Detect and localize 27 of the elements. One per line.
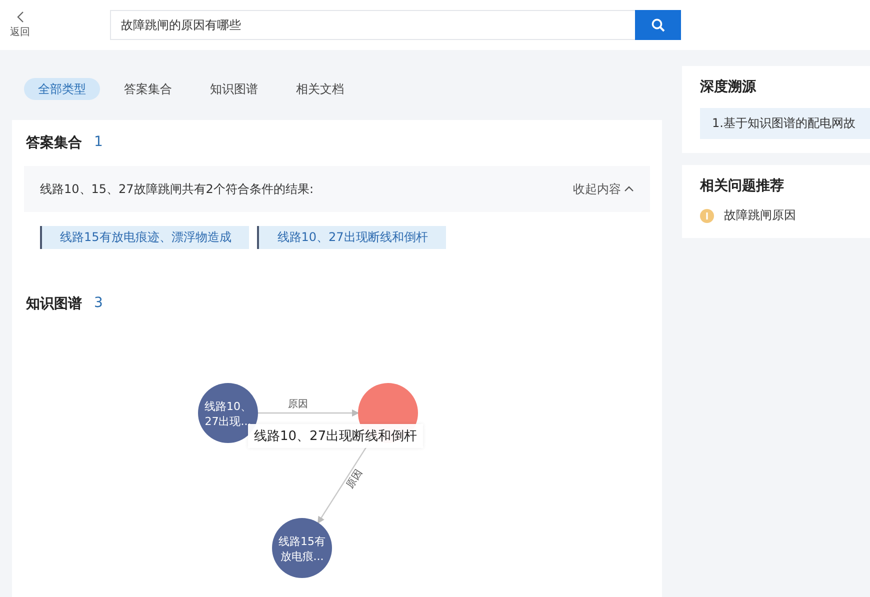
caret-icon <box>624 185 634 193</box>
filter-tab[interactable]: 相关文档 <box>282 78 358 100</box>
search-icon <box>651 18 665 32</box>
edge-label: 原因 <box>344 468 365 491</box>
graph-node[interactable]: 线路15有放电痕... <box>272 518 332 578</box>
collapse-link[interactable]: 收起内容 <box>573 180 634 198</box>
back-button[interactable]: 返回 <box>0 11 60 39</box>
panel-title: 深度溯源 <box>700 78 758 96</box>
filter-tab[interactable]: 全部类型 <box>24 78 100 100</box>
panel-title: 相关问题推荐 <box>700 177 785 195</box>
section-title: 知识图谱 <box>26 295 82 313</box>
search-button[interactable] <box>635 10 681 40</box>
source-item[interactable]: 1.基于知识图谱的配电网故 <box>700 108 870 139</box>
edge-label: 原因 <box>288 399 308 410</box>
rank-icon <box>700 208 714 222</box>
result-count: 3 <box>94 295 103 313</box>
node-tooltip: 线路10、27出现断线和倒杆 <box>248 424 424 448</box>
section-title: 答案集合 <box>26 134 82 152</box>
filter-tab[interactable]: 答案集合 <box>110 78 186 100</box>
summary-text: 线路10、15、27故障跳闸共有2个符合条件的结果: <box>40 180 314 198</box>
related-question[interactable]: 故障跳闸原因 <box>724 207 796 224</box>
result-tag[interactable]: 线路10、27出现断线和倒杆 <box>257 226 446 249</box>
back-icon <box>16 11 26 23</box>
result-count: 1 <box>94 134 103 152</box>
filter-tab[interactable]: 知识图谱 <box>196 78 272 100</box>
search-field[interactable]: 故障跳闸的原因有哪些 <box>110 10 635 40</box>
result-tag[interactable]: 线路15有放电痕迹、漂浮物造成 <box>40 226 250 249</box>
